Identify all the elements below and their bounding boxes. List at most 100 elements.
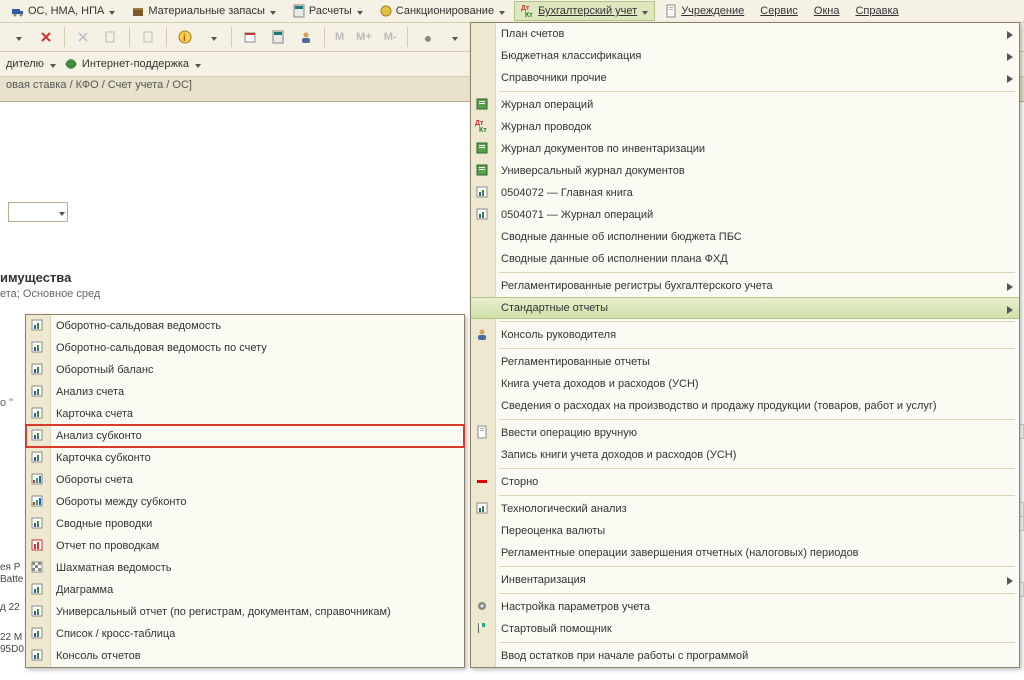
accounting-menu-item[interactable]: Журнал документов по инвентаризации xyxy=(471,138,1019,160)
reports-submenu-item[interactable]: Карточка счета xyxy=(26,403,464,425)
tb-wrench-drop[interactable] xyxy=(442,25,466,49)
accounting-menu-item[interactable]: Журнал операций xyxy=(471,94,1019,116)
reports-submenu-item[interactable]: Анализ счета xyxy=(26,381,464,403)
submenu-arrow-icon xyxy=(1007,52,1013,60)
menu-item-label: Сводные данные об исполнении плана ФХД xyxy=(501,253,728,265)
accounting-menu-item[interactable]: 0504072 — Главная книга xyxy=(471,182,1019,204)
dropdown-field[interactable] xyxy=(8,202,68,222)
menu-item-label: Сводные данные об исполнении бюджета ПБС xyxy=(501,231,742,243)
accounting-menu-item[interactable]: Переоценка валюты xyxy=(471,520,1019,542)
tb-paste[interactable] xyxy=(136,25,160,49)
accounting-menu-item[interactable]: Журнал проводок xyxy=(471,116,1019,138)
menu-institution[interactable]: Учреждение xyxy=(657,1,751,21)
accounting-menu-item[interactable]: 0504071 — Журнал операций xyxy=(471,204,1019,226)
accounting-menu-item[interactable]: Сторно xyxy=(471,471,1019,493)
menu-item-label: Ввести операцию вручную xyxy=(501,427,637,439)
journal-green-icon xyxy=(475,97,491,113)
accounting-menu-item[interactable]: Справочники прочие xyxy=(471,67,1019,89)
reports-submenu-item[interactable]: Универсальный отчет (по регистрам, докум… xyxy=(26,601,464,623)
menu-accounting[interactable]: Бухгалтерский учет xyxy=(514,1,655,21)
truck-icon xyxy=(11,4,25,18)
link-owner[interactable]: дителю xyxy=(6,58,56,70)
accounting-menu-item[interactable]: Технологический анализ xyxy=(471,498,1019,520)
tb-cut[interactable] xyxy=(71,25,95,49)
accounting-menu-item[interactable]: Инвентаризация xyxy=(471,569,1019,591)
grid-cell: ея Р xyxy=(0,562,20,573)
menu-item-label: Ввод остатков при начале работы с програ… xyxy=(501,650,748,662)
accounting-menu-item[interactable]: Сводные данные об исполнении плана ФХД xyxy=(471,248,1019,270)
menu-sanction[interactable]: Санкционирование xyxy=(372,1,512,21)
tb-copy[interactable] xyxy=(99,25,123,49)
menu-help[interactable]: Справка xyxy=(848,2,905,20)
tb-m[interactable]: М xyxy=(331,31,348,43)
reports-submenu-item[interactable]: Оборотно-сальдовая ведомость xyxy=(26,315,464,337)
menu-calc[interactable]: Расчеты xyxy=(285,1,370,21)
tb-people[interactable] xyxy=(294,25,318,49)
menu-item-label: Технологический анализ xyxy=(501,503,627,515)
reports-submenu-item[interactable]: Отчет по проводкам xyxy=(26,535,464,557)
chart-small-icon xyxy=(30,406,46,422)
chart-small-icon xyxy=(30,516,46,532)
reports-submenu-item[interactable]: Список / кросс-таблица xyxy=(26,623,464,645)
chart-small-icon xyxy=(30,428,46,444)
tb-mminus[interactable]: М- xyxy=(380,31,401,43)
reports-submenu-item[interactable]: Оборотный баланс xyxy=(26,359,464,381)
section-detail: ета; Основное сред xyxy=(0,288,100,300)
reports-submenu-item[interactable]: Сводные проводки xyxy=(26,513,464,535)
menu-windows[interactable]: Окна xyxy=(807,2,847,20)
tb-wrench[interactable] xyxy=(414,25,438,49)
menu-item-label: Журнал документов по инвентаризации xyxy=(501,143,705,155)
accounting-menu-item[interactable]: Сводные данные об исполнении бюджета ПБС xyxy=(471,226,1019,248)
coin-icon xyxy=(379,4,393,18)
chevron-down-icon xyxy=(270,8,276,14)
reports-submenu-item[interactable]: Диаграмма xyxy=(26,579,464,601)
accounting-menu-item[interactable]: Регламентные операции завершения отчетны… xyxy=(471,542,1019,564)
tb-mplus[interactable]: М+ xyxy=(352,31,376,43)
menu-materials-label: Материальные запасы xyxy=(148,5,265,17)
menu-institution-label: Учреждение xyxy=(681,5,744,17)
accounting-menu-item[interactable]: Бюджетная классификация xyxy=(471,45,1019,67)
reports-submenu-item[interactable]: Обороты счета xyxy=(26,469,464,491)
accounting-menu-item[interactable]: Стандартные отчеты xyxy=(471,297,1019,319)
accounting-menu-item[interactable]: Регламентированные отчеты xyxy=(471,351,1019,373)
reports-submenu-item[interactable]: Обороты между субконто xyxy=(26,491,464,513)
link-support[interactable]: Интернет-поддержка xyxy=(64,57,201,71)
accounting-menu-item[interactable]: Настройка параметров учета xyxy=(471,596,1019,618)
accounting-menu-item[interactable]: Регламентированные регистры бухгалтерско… xyxy=(471,275,1019,297)
menu-materials[interactable]: Материальные запасы xyxy=(124,1,283,21)
tb-close[interactable] xyxy=(34,25,58,49)
tb-calc2[interactable] xyxy=(266,25,290,49)
tb-calendar[interactable] xyxy=(238,25,262,49)
accounting-menu-item[interactable]: Книга учета доходов и расходов (УСН) xyxy=(471,373,1019,395)
chart-small-icon xyxy=(30,362,46,378)
accounting-menu-item[interactable]: Консоль руководителя xyxy=(471,324,1019,346)
menu-item-label: Книга учета доходов и расходов (УСН) xyxy=(501,378,699,390)
tb-save[interactable] xyxy=(6,25,30,49)
menu-item-label: Стандартные отчеты xyxy=(501,302,608,314)
reports-submenu-item[interactable]: Оборотно-сальдовая ведомость по счету xyxy=(26,337,464,359)
reports-submenu-item[interactable]: Шахматная ведомость xyxy=(26,557,464,579)
menu-service[interactable]: Сервис xyxy=(753,2,805,20)
tb-info[interactable] xyxy=(173,25,197,49)
accounting-menu-item[interactable]: Стартовый помощник xyxy=(471,618,1019,640)
accounting-menu-item[interactable]: Ввод остатков при начале работы с програ… xyxy=(471,645,1019,667)
chart-small-icon xyxy=(30,318,46,334)
menu-os[interactable]: ОС, НМА, НПА xyxy=(4,1,122,21)
tab-title[interactable]: овая ставка / КФО / Счет учета / ОС] xyxy=(6,79,192,91)
reports-submenu-item[interactable]: Консоль отчетов xyxy=(26,645,464,667)
accounting-menu-item[interactable]: Запись книги учета доходов и расходов (У… xyxy=(471,444,1019,466)
accounting-menu-item[interactable]: План счетов xyxy=(471,23,1019,45)
tb-info-drop[interactable] xyxy=(201,25,225,49)
menu-item-label: Список / кросс-таблица xyxy=(56,628,175,640)
menu-item-label: Регламентированные отчеты xyxy=(501,356,650,368)
menu-item-label: Регламентированные регистры бухгалтерско… xyxy=(501,280,773,292)
reports-submenu-item[interactable]: Анализ субконто xyxy=(26,425,464,447)
reports-submenu-item[interactable]: Карточка субконто xyxy=(26,447,464,469)
accounting-menu-item[interactable]: Универсальный журнал документов xyxy=(471,160,1019,182)
menu-item-label: Оборотно-сальдовая ведомость xyxy=(56,320,221,332)
toolbar-separator xyxy=(407,27,408,47)
menu-help-label: Справка xyxy=(855,5,898,17)
accounting-menu-item[interactable]: Ввести операцию вручную xyxy=(471,422,1019,444)
accounting-menu-item[interactable]: Сведения о расходах на производство и пр… xyxy=(471,395,1019,417)
menubar: ОС, НМА, НПА Материальные запасы Расчеты… xyxy=(0,0,1024,23)
